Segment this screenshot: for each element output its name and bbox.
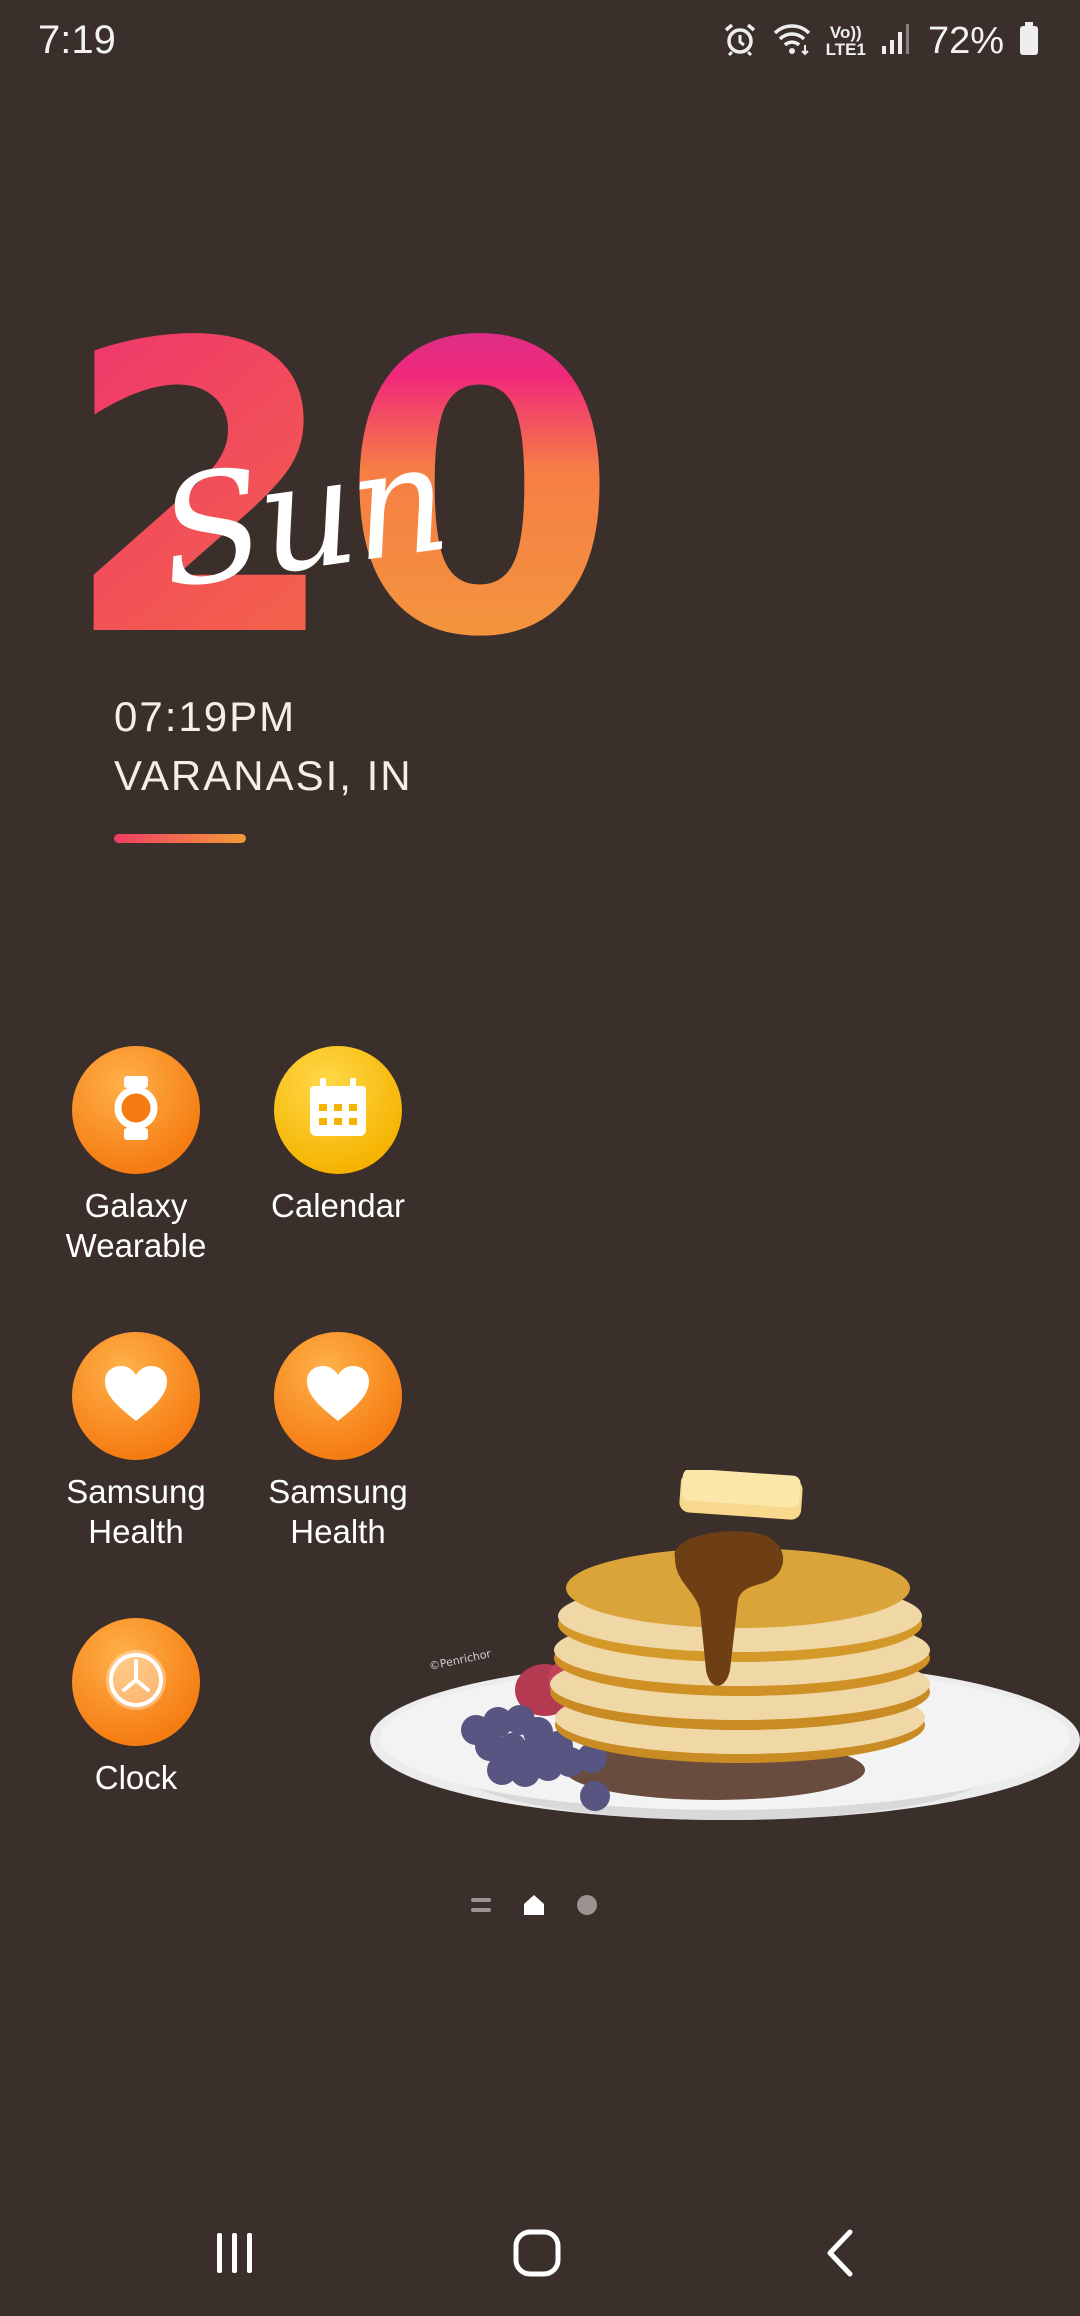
signal-icon: [880, 22, 910, 61]
calendar-icon: [306, 1076, 370, 1145]
volte-icon: Vo)) LTE1: [825, 23, 866, 59]
watch-icon: [106, 1074, 166, 1147]
alarm-icon: [722, 21, 758, 62]
app-galaxy-wearable[interactable]: Galaxy Wearable: [36, 1046, 236, 1266]
menu-lines-icon[interactable]: [470, 1895, 492, 1920]
app-icon-circle: [274, 1332, 402, 1460]
battery-percent: 72%: [927, 19, 1004, 62]
app-label: Samsung Health: [66, 1473, 206, 1550]
app-calendar[interactable]: Calendar: [238, 1046, 438, 1226]
date-widget[interactable]: 20 Sun 07:19PM VARANASI, IN: [70, 300, 630, 860]
pancake-illustration: ©Penrichor: [370, 1470, 1080, 1820]
status-bar: 7:19 Vo)) LTE1 72%: [0, 0, 1080, 80]
app-clock[interactable]: Clock: [36, 1618, 236, 1798]
app-label: Clock: [94, 1759, 178, 1796]
app-samsung-health[interactable]: Samsung Health: [36, 1332, 236, 1552]
wifi-icon: [772, 21, 812, 62]
clock-icon: [101, 1645, 171, 1720]
app-label: Galaxy Wearable: [65, 1187, 207, 1264]
widget-location: VARANASI, IN: [114, 752, 413, 799]
navigation-bar: [0, 2210, 1080, 2300]
widget-time: 07:19PM: [114, 693, 297, 740]
app-icon-circle: [274, 1046, 402, 1174]
app-icon-circle: [72, 1618, 200, 1746]
heart-icon: [305, 1365, 371, 1428]
page-indicator[interactable]: [470, 1890, 610, 1924]
home-page-icon[interactable]: [522, 1894, 546, 1921]
wallpaper-signature: ©Penrichor: [428, 1647, 493, 1673]
home-button[interactable]: [477, 2210, 597, 2300]
page-dot[interactable]: [576, 1894, 598, 1921]
app-label: Calendar: [271, 1187, 405, 1224]
back-icon: [820, 2228, 860, 2283]
recents-button[interactable]: [175, 2210, 295, 2300]
back-button[interactable]: [780, 2210, 900, 2300]
heart-icon: [103, 1365, 169, 1428]
status-time: 7:19: [38, 18, 116, 62]
widget-accent-bar: [114, 834, 246, 843]
app-icon-circle: [72, 1046, 200, 1174]
home-icon: [512, 2228, 562, 2283]
recents-icon: [212, 2230, 258, 2281]
status-icons: Vo)) LTE1 72%: [722, 16, 1040, 66]
app-icon-circle: [72, 1332, 200, 1460]
battery-icon: [1018, 21, 1040, 61]
